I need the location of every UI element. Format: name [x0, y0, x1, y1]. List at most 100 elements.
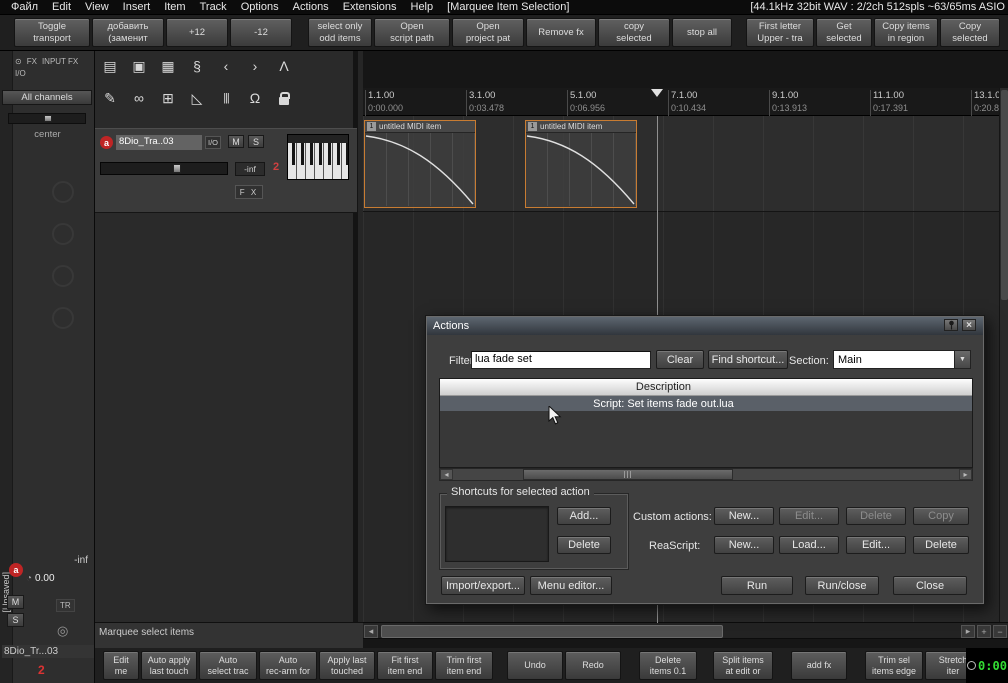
split-items-button[interactable]: Split items at edit or	[713, 651, 773, 680]
find-shortcut-button[interactable]: Find shortcut...	[708, 350, 788, 369]
send-knob[interactable]	[52, 265, 74, 287]
menu-insert[interactable]: Insert	[116, 1, 158, 13]
solo-button[interactable]: S	[7, 613, 24, 627]
scroll-right-arrow[interactable]: ▸	[959, 469, 972, 480]
zoom-out-button[interactable]: −	[993, 625, 1007, 638]
copy-selected-2-button[interactable]: Copy selected	[940, 18, 1000, 47]
filter-input[interactable]: lua fade set	[471, 351, 651, 369]
metronome-icon[interactable]: Λ	[273, 53, 295, 79]
link-icon[interactable]: ∞	[128, 85, 150, 111]
mute-button[interactable]: M	[7, 595, 24, 609]
track-mute-button[interactable]: M	[228, 135, 244, 148]
toggle-transport-button[interactable]: Toggle transport	[14, 18, 90, 47]
horizontal-scroll-thumb[interactable]	[381, 625, 723, 638]
scroll-right-arrow[interactable]: ▸	[961, 625, 975, 638]
list-horizontal-scrollbar[interactable]: ◂ ▸	[439, 468, 973, 481]
auto-apply-last-touch-button[interactable]: Auto apply last touch	[141, 651, 197, 680]
reascript-delete-button[interactable]: Delete	[913, 536, 969, 554]
send-knob[interactable]	[52, 181, 74, 203]
pencil-icon[interactable]: ✎	[99, 85, 121, 111]
shortcut-listbox[interactable]	[445, 506, 549, 562]
item-fade-area[interactable]	[526, 133, 636, 206]
vertical-scroll-thumb[interactable]	[1001, 90, 1008, 300]
send-knob[interactable]	[52, 223, 74, 245]
add-fx-button[interactable]: add fx	[791, 651, 847, 680]
attach-icon[interactable]: §	[186, 53, 208, 79]
vertical-scrollbar[interactable]	[999, 88, 1008, 622]
track-lane[interactable]: 1 untitled MIDI item 1 untitled MIDI ite…	[363, 116, 1008, 212]
lock-icon[interactable]	[273, 85, 295, 111]
close-button[interactable]: Close	[893, 576, 967, 595]
item-fade-area[interactable]	[365, 133, 475, 206]
pan-slider-thumb[interactable]	[44, 115, 52, 122]
track-panel[interactable]: a 8Dio_Tra..03 I/O M S -inf 2 F X	[95, 128, 357, 213]
copy-items-in-region-button[interactable]: Copy items in region	[874, 18, 938, 47]
reascript-load-button[interactable]: Load...	[779, 536, 839, 554]
grouping-icon[interactable]: ⊞	[157, 85, 179, 111]
run-button[interactable]: Run	[721, 576, 793, 595]
trim-sel-items-edge-button[interactable]: Trim sel items edge	[865, 651, 923, 680]
auto-rec-arm-button[interactable]: Auto rec-arm for	[259, 651, 317, 680]
run-close-button[interactable]: Run/close	[805, 576, 879, 595]
track-record-badge[interactable]: a	[9, 563, 23, 577]
delete-items-button[interactable]: Delete items 0.1	[639, 651, 697, 680]
action-list[interactable]: Description Script: Set items fade out.l…	[439, 378, 973, 468]
dialog-title-bar[interactable]: Actions	[427, 317, 983, 335]
master-pan-slider[interactable]	[8, 113, 86, 124]
fit-first-item-end-button[interactable]: Fit first item end	[377, 651, 433, 680]
add-replace-button[interactable]: добавить (заменит	[92, 18, 164, 47]
menu-extensions[interactable]: Extensions	[336, 1, 404, 13]
scroll-left-arrow[interactable]: ◂	[364, 625, 378, 638]
apply-last-touched-button[interactable]: Apply last touched	[319, 651, 375, 680]
snap-magnet-icon[interactable]: Ω	[244, 85, 266, 111]
envelope-icon[interactable]: ◺	[186, 85, 208, 111]
menu-track[interactable]: Track	[193, 1, 234, 13]
menu-view[interactable]: View	[78, 1, 116, 13]
close-icon[interactable]: ×	[962, 319, 976, 331]
remove-fx-button[interactable]: Remove fx	[526, 18, 596, 47]
scroll-left-arrow[interactable]: ◂	[440, 469, 453, 480]
selected-action-row[interactable]: Script: Set items fade out.lua	[440, 396, 972, 411]
redo-button[interactable]: Redo	[565, 651, 621, 680]
add-shortcut-button[interactable]: Add...	[557, 507, 611, 525]
all-channels-button[interactable]: All channels	[2, 90, 92, 105]
master-input-fx-button[interactable]: INPUT FX	[42, 57, 78, 66]
midi-item-1[interactable]: 1 untitled MIDI item	[364, 120, 476, 208]
send-knob[interactable]	[52, 307, 74, 329]
auto-select-track-button[interactable]: Auto select trac	[199, 651, 257, 680]
track-name-field[interactable]: 8Dio_Tra..03	[116, 135, 202, 150]
custom-new-button[interactable]: New...	[714, 507, 774, 525]
list-scroll-thumb[interactable]	[523, 469, 733, 480]
trim-mode-button[interactable]: TR	[56, 599, 75, 612]
undo-arrow-icon[interactable]: ‹	[215, 53, 237, 79]
reascript-new-button[interactable]: New...	[714, 536, 774, 554]
menu-actions[interactable]: Actions	[286, 1, 336, 13]
pitch-down-12-button[interactable]: -12	[230, 18, 292, 47]
menu-file[interactable]: Файл	[4, 1, 45, 13]
menu-editor-button[interactable]: Menu editor...	[530, 576, 612, 595]
clear-button[interactable]: Clear	[656, 350, 704, 369]
reascript-edit-button[interactable]: Edit...	[846, 536, 906, 554]
track-io-button[interactable]: I/O	[205, 136, 221, 149]
open-script-path-button[interactable]: Open script path	[374, 18, 450, 47]
pitch-up-12-button[interactable]: +12	[166, 18, 228, 47]
get-selected-button[interactable]: Get selected	[816, 18, 872, 47]
section-select[interactable]: Main ▼	[833, 350, 971, 369]
grid-lines-icon[interactable]: |||	[215, 85, 237, 111]
midi-item-2[interactable]: 1 untitled MIDI item	[525, 120, 637, 208]
edit-me-button[interactable]: Edit me	[103, 651, 139, 680]
menu-help[interactable]: Help	[404, 1, 441, 13]
horizontal-scrollbar[interactable]: ◂ ▸ + −	[363, 622, 1008, 639]
master-fx-button[interactable]: FX	[27, 57, 37, 66]
menu-edit[interactable]: Edit	[45, 1, 78, 13]
import-export-button[interactable]: Import/export...	[441, 576, 525, 595]
menu-options[interactable]: Options	[234, 1, 286, 13]
stop-all-button[interactable]: stop all	[672, 18, 732, 47]
first-letter-upper-button[interactable]: First letter Upper - tra	[746, 18, 814, 47]
redo-arrow-icon[interactable]: ›	[244, 53, 266, 79]
select-odd-items-button[interactable]: select only odd items	[308, 18, 372, 47]
track-volume-fader[interactable]	[100, 162, 228, 175]
chevron-down-icon[interactable]: ▼	[954, 351, 970, 368]
list-column-header[interactable]: Description	[440, 379, 972, 396]
open-project-icon[interactable]: ▣	[128, 53, 150, 79]
